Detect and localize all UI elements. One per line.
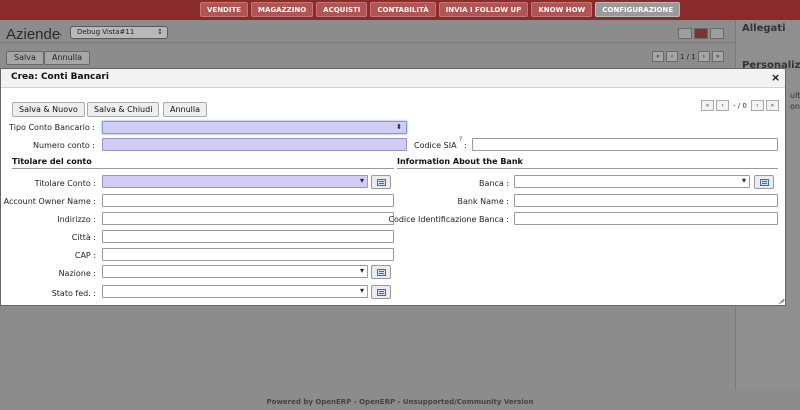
save-and-new-button[interactable]: Salva & Nuovo xyxy=(12,102,85,117)
banca-select[interactable]: ▾ xyxy=(514,175,750,188)
top-menu-bar: VENDITE MAGAZZINO ACQUISTI CONTABILITÀ I… xyxy=(0,0,800,20)
cap-label: CAP : xyxy=(74,251,96,260)
prev-page-icon[interactable]: ‹ xyxy=(666,51,678,62)
dropdown-arrow-icon: ▾ xyxy=(359,266,364,275)
tipo-conto-label: Tipo Conto Bancario : xyxy=(9,123,95,132)
resize-grip-icon[interactable] xyxy=(777,295,785,303)
debug-view-select[interactable]: Debug Vista#11 xyxy=(70,26,168,39)
menu-know-how[interactable]: KNOW HOW xyxy=(531,2,593,17)
sidebar-fragment-2: on xyxy=(790,102,800,111)
menu-vendite[interactable]: VENDITE xyxy=(200,2,249,17)
citta-label: Città : xyxy=(71,233,96,242)
close-icon[interactable]: × xyxy=(771,71,780,84)
breadcrumb-separator: › xyxy=(59,30,63,39)
stato-select[interactable]: ▾ xyxy=(102,285,368,298)
sidebar-fragment-1: ult xyxy=(790,91,800,100)
background-save-button[interactable]: Salva xyxy=(6,51,44,65)
banca-edit-button[interactable] xyxy=(754,175,774,189)
form-view-icon[interactable] xyxy=(694,28,708,39)
banca-label: Banca : xyxy=(479,179,509,188)
bank-name-label: Bank Name : xyxy=(457,197,509,206)
page-title: Aziende xyxy=(6,26,61,43)
menu-magazzino[interactable]: MAGAZZINO xyxy=(251,2,314,17)
background-pager: « ‹ 1 / 1 › » xyxy=(652,50,724,63)
codice-sia-colon: : xyxy=(464,141,467,150)
dialog-pager: « ‹ - / 0 › » xyxy=(701,100,779,111)
pager-text: - / 0 xyxy=(733,101,747,110)
help-icon[interactable]: ? xyxy=(459,136,462,143)
next-record-icon[interactable]: › xyxy=(750,100,764,111)
cancel-button[interactable]: Annulla xyxy=(163,102,208,117)
bank-section-divider xyxy=(397,168,778,169)
dropdown-arrow-icon: ▾ xyxy=(741,176,746,185)
background-cancel-button[interactable]: Annulla xyxy=(44,51,91,65)
menu-configurazione[interactable]: CONFIGURAZIONE xyxy=(595,2,681,17)
nazione-label: Nazione : xyxy=(58,269,96,278)
dropdown-arrow-icon: ▾ xyxy=(359,286,364,295)
codice-banca-label: Codice Identificazione Banca : xyxy=(388,215,509,224)
select-updown-icon: ⬍ xyxy=(396,123,402,131)
cap-input[interactable] xyxy=(102,248,394,261)
first-page-icon[interactable]: « xyxy=(652,51,664,62)
titolare-section-title: Titolare del conto xyxy=(12,157,92,166)
numero-conto-input[interactable] xyxy=(102,138,407,151)
attachments-heading[interactable]: Allegati xyxy=(742,23,786,34)
dropdown-arrow-icon: ▾ xyxy=(359,176,364,185)
record-icon xyxy=(377,179,386,186)
record-icon xyxy=(377,289,386,296)
indirizzo-input[interactable] xyxy=(102,212,394,225)
menu-contabilita[interactable]: CONTABILITÀ xyxy=(370,2,436,17)
create-bank-account-dialog: Crea: Conti Bancari × Salva & Nuovo Salv… xyxy=(0,68,786,306)
tipo-conto-select[interactable]: ⬍ xyxy=(102,121,407,134)
bank-section-title: Information About the Bank xyxy=(397,157,523,166)
list-view-icon[interactable] xyxy=(678,28,692,39)
header-divider xyxy=(0,42,735,43)
background-pager-text: 1 / 1 xyxy=(680,52,696,61)
citta-input[interactable] xyxy=(102,230,394,243)
titolare-conto-edit-button[interactable] xyxy=(371,175,391,189)
save-and-close-button[interactable]: Salva & Chiudi xyxy=(87,102,160,117)
dialog-title: Crea: Conti Bancari xyxy=(11,72,109,82)
record-icon xyxy=(760,179,769,186)
titolare-conto-select[interactable]: ▾ xyxy=(102,175,368,188)
nazione-edit-button[interactable] xyxy=(371,265,391,279)
owner-name-input[interactable] xyxy=(102,194,394,207)
next-page-icon[interactable]: › xyxy=(697,51,710,62)
codice-sia-label: Codice SIA xyxy=(414,141,457,150)
owner-name-label: Account Owner Name : xyxy=(3,197,96,206)
calendar-view-icon[interactable] xyxy=(710,28,724,39)
bank-name-input[interactable] xyxy=(514,194,778,207)
codice-banca-input[interactable] xyxy=(514,212,778,225)
nazione-select[interactable]: ▾ xyxy=(102,265,368,278)
titolare-conto-label: Titolare Conto : xyxy=(34,179,96,188)
top-nav: VENDITE MAGAZZINO ACQUISTI CONTABILITÀ I… xyxy=(200,2,681,17)
record-icon xyxy=(377,269,386,276)
dialog-header: Crea: Conti Bancari × xyxy=(1,69,785,88)
codice-sia-input[interactable] xyxy=(472,138,778,151)
stato-edit-button[interactable] xyxy=(371,285,391,299)
prev-record-icon[interactable]: ‹ xyxy=(716,100,729,111)
last-record-icon[interactable]: » xyxy=(765,100,779,111)
stato-label: Stato fed. : xyxy=(51,289,96,298)
menu-invia-follow-up[interactable]: INVIA I FOLLOW UP xyxy=(438,2,529,17)
first-record-icon[interactable]: « xyxy=(701,100,714,111)
numero-conto-label: Numero conto : xyxy=(33,141,95,150)
footer: Powered by OpenERP - OpenERP - Unsupport… xyxy=(266,398,534,406)
titolare-section-divider xyxy=(12,168,394,169)
last-page-icon[interactable]: » xyxy=(711,51,724,62)
view-switcher xyxy=(678,28,724,39)
indirizzo-label: Indirizzo : xyxy=(57,215,96,224)
menu-acquisti[interactable]: ACQUISTI xyxy=(316,2,368,17)
